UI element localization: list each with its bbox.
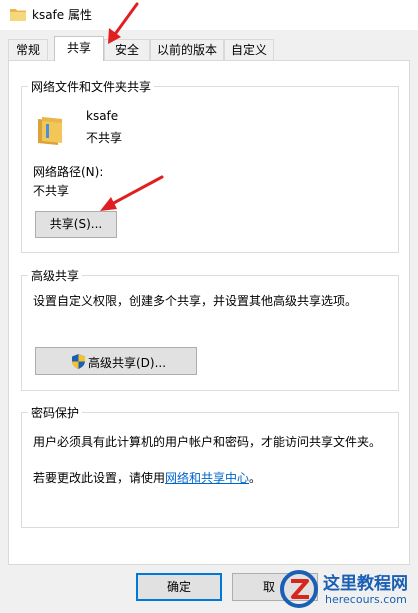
- password-protection-description: 用户必须具有此计算机的用户帐户和密码，才能访问共享文件夹。: [33, 435, 382, 449]
- tab-security[interactable]: 安全: [104, 39, 150, 60]
- advanced-sharing-button-label: 高级共享(D)...: [88, 356, 167, 370]
- tab-general[interactable]: 常规: [8, 39, 48, 60]
- change-setting-text: 若要更改此设置，请使用网络和共享中心。: [33, 469, 261, 486]
- network-path-value: 不共享: [33, 184, 70, 198]
- password-protection-group: 密码保护: [21, 404, 399, 528]
- folder-icon: [10, 9, 26, 21]
- watermark-url-text: herecours.com: [325, 593, 407, 606]
- advanced-sharing-button[interactable]: 高级共享(D)...: [35, 347, 197, 375]
- folder-share-status: 不共享: [86, 131, 123, 145]
- share-button[interactable]: 共享(S)...: [35, 211, 117, 238]
- network-sharing-center-link[interactable]: 网络和共享中心: [165, 471, 249, 485]
- change-setting-suffix: 。: [249, 471, 262, 485]
- uac-shield-icon: [72, 354, 85, 369]
- title-bar: ksafe 属性: [0, 0, 418, 30]
- window-title: ksafe 属性: [32, 8, 92, 22]
- tab-previous-versions[interactable]: 以前的版本: [150, 39, 224, 60]
- tab-customize[interactable]: 自定义: [224, 39, 274, 60]
- folder-name: ksafe: [86, 109, 119, 123]
- watermark-cn-text: 这里教程网: [323, 574, 408, 594]
- password-protection-group-label: 密码保护: [31, 406, 80, 420]
- change-setting-prefix: 若要更改此设置，请使用: [33, 471, 166, 485]
- tab-sharing[interactable]: 共享: [54, 36, 104, 61]
- network-sharing-group-label: 网络文件和文件夹共享: [31, 80, 152, 94]
- ok-button[interactable]: 确定: [136, 573, 222, 601]
- network-path-label: 网络路径(N):: [33, 165, 104, 179]
- watermark: 这里教程网 herecours.com: [275, 565, 418, 613]
- advanced-sharing-group-label: 高级共享: [31, 269, 80, 283]
- folder-icon: [38, 117, 62, 145]
- advanced-sharing-description: 设置自定义权限，创建多个共享，并设置其他高级共享选项。: [33, 294, 358, 308]
- watermark-logo-icon: [280, 570, 318, 608]
